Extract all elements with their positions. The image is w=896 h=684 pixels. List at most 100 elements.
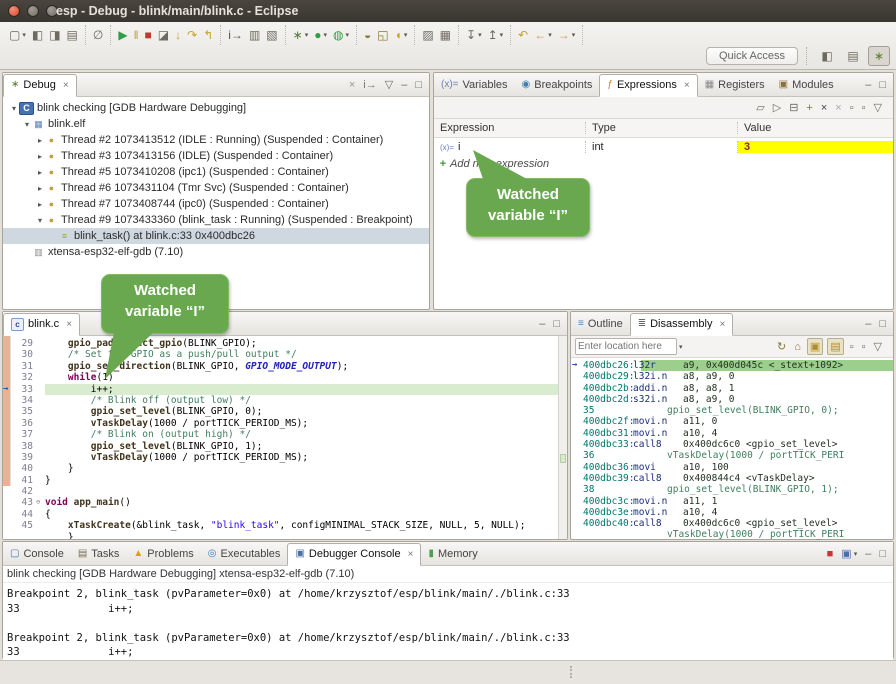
terminate-button[interactable]: ■: [143, 26, 154, 44]
sync-with-stack-button[interactable]: ▣: [807, 338, 823, 355]
collapse-twisty-icon[interactable]: ▾: [9, 104, 19, 113]
fold-marker-icon[interactable]: ⊖: [36, 497, 45, 508]
line-number[interactable]: 44: [11, 509, 36, 520]
disassembly-line[interactable]: 400dbc36:movia10, 100: [571, 462, 893, 473]
code-line[interactable]: 35 gpio_set_level(BLINK_GPIO, 0);: [11, 406, 558, 417]
debug-perspective-button[interactable]: ∗: [868, 46, 890, 66]
line-number[interactable]: 45: [11, 520, 36, 531]
new-wizard-button[interactable]: ▢▾: [7, 26, 28, 44]
code-line[interactable]: →33 i++;: [11, 384, 558, 395]
expand-twisty-icon[interactable]: ▸: [35, 200, 45, 209]
display-selected-console-button[interactable]: ▣▾: [839, 545, 859, 562]
suspend-button[interactable]: ‖: [132, 26, 141, 44]
code-line[interactable]: 44{: [11, 509, 558, 520]
tab-outline[interactable]: ≡Outline: [571, 313, 630, 335]
disassembly-line[interactable]: vTaskDelay(1000 / portTICK_PERI: [571, 529, 893, 540]
instruction-stepping-mode-button[interactable]: i→: [361, 76, 378, 93]
search-dropdown[interactable]: ▾: [404, 31, 408, 39]
code-line[interactable]: 29 gpio_pad_select_gpio(BLINK_GPIO);: [11, 338, 558, 349]
debug-dropdown[interactable]: ▾: [305, 31, 309, 39]
tab-tasks[interactable]: ▤Tasks: [71, 543, 127, 565]
tab-modules[interactable]: ▣Modules: [772, 74, 841, 96]
back-history-dropdown[interactable]: ▾: [548, 31, 552, 39]
show-debug-columns-button[interactable]: ▥: [247, 26, 262, 44]
close-icon[interactable]: ×: [408, 549, 414, 560]
disconnect-button[interactable]: ◪: [156, 26, 171, 44]
show-whitespace-dropdown[interactable]: ▾: [500, 31, 504, 39]
add-expression-button[interactable]: +: [804, 99, 814, 116]
line-number[interactable]: [11, 532, 36, 539]
code-line[interactable]: 41}: [11, 475, 558, 486]
minimize-button[interactable]: –: [537, 315, 547, 332]
run-dropdown[interactable]: ▾: [323, 31, 327, 39]
window-close-button[interactable]: [8, 5, 20, 17]
collapse-twisty-icon[interactable]: ▾: [35, 216, 45, 225]
expand-twisty-icon[interactable]: ▸: [35, 136, 45, 145]
code-line[interactable]: 37 /* Blink on (output high) */: [11, 429, 558, 440]
maximize-button[interactable]: □: [877, 315, 888, 332]
terminate-console-button[interactable]: ■: [825, 545, 836, 562]
open-perspective-button[interactable]: ◧: [816, 46, 838, 66]
open-new-view-button[interactable]: ▫: [860, 99, 868, 116]
debug-tree-item[interactable]: ▾●Thread #9 1073433360 (blink_task : Run…: [3, 212, 429, 228]
open-console-button[interactable]: ▦: [438, 26, 453, 44]
line-number[interactable]: 40: [11, 463, 36, 474]
minimize-button[interactable]: –: [399, 76, 409, 93]
maximize-button[interactable]: □: [413, 76, 424, 93]
tab-memory[interactable]: ▮Memory: [421, 543, 484, 565]
tab-executables[interactable]: ◎Executables: [201, 543, 288, 565]
home-button[interactable]: ⌂: [792, 338, 803, 355]
step-return-button[interactable]: ↰: [201, 26, 215, 44]
disassembly-line[interactable]: 400dbc29:l32i.na8, a9, 0: [571, 371, 893, 382]
disassembly-line[interactable]: 400dbc33:call80x400dc6c0 <gpio_set_level…: [571, 439, 893, 450]
code-line[interactable]: 36 vTaskDelay(1000 / portTICK_PERIOD_MS)…: [11, 418, 558, 429]
line-number[interactable]: 34: [11, 395, 36, 406]
external-tools-button[interactable]: ◍▾: [331, 26, 351, 44]
location-input[interactable]: [575, 338, 677, 355]
line-number[interactable]: 29: [11, 338, 36, 349]
column-header-expression[interactable]: Expression: [434, 122, 586, 134]
debug-tree-item[interactable]: ▾▦blink.elf: [3, 116, 429, 132]
line-number[interactable]: 30: [11, 349, 36, 360]
minimize-button[interactable]: –: [863, 545, 873, 562]
run-button[interactable]: ●▾: [312, 26, 329, 44]
code-line[interactable]: 45 xTaskCreate(&blink_task, "blink_task"…: [11, 520, 558, 531]
tab-blink-c[interactable]: cblink.c×: [3, 313, 80, 336]
code-line[interactable]: }: [11, 532, 558, 539]
maximize-button[interactable]: □: [877, 76, 888, 93]
debug-tree-item[interactable]: ▸●Thread #5 1073410208 (ipc1) (Suspended…: [3, 164, 429, 180]
column-header-value[interactable]: Value: [738, 122, 893, 134]
last-edit-location-button[interactable]: ↶: [516, 26, 530, 44]
line-number[interactable]: 36: [11, 418, 36, 429]
debug-tree-item[interactable]: ≡blink_task() at blink.c:33 0x400dbc26: [3, 228, 429, 244]
line-number[interactable]: 43: [11, 497, 36, 508]
show-whitespace-button[interactable]: ↥▾: [486, 26, 506, 44]
overview-ruler[interactable]: [558, 336, 567, 539]
expand-twisty-icon[interactable]: ▸: [35, 184, 45, 193]
step-over-button[interactable]: ↷: [185, 26, 199, 44]
new-wizard-dropdown[interactable]: ▾: [22, 31, 26, 39]
disassembly-line[interactable]: 400dbc39:call80x400844c4 <vTaskDelay>: [571, 473, 893, 484]
view-menu-button[interactable]: ▽: [872, 99, 884, 116]
close-icon[interactable]: ×: [719, 319, 725, 330]
debug-tree-item[interactable]: ▥xtensa-esp32-elf-gdb (7.10): [3, 244, 429, 260]
line-number[interactable]: 33: [11, 384, 36, 395]
tab-disassembly[interactable]: ≣Disassembly×: [630, 313, 734, 336]
print-button[interactable]: ▤: [65, 26, 80, 44]
back-history-button[interactable]: ←▾: [532, 26, 554, 44]
save-button[interactable]: ◧: [30, 26, 45, 44]
code-line[interactable]: 31 gpio_set_direction(BLINK_GPIO, GPIO_M…: [11, 361, 558, 372]
code-line[interactable]: 43⊖void app_main(): [11, 497, 558, 508]
search-button[interactable]: ◖▾: [393, 26, 410, 44]
quick-access-button[interactable]: Quick Access: [706, 47, 798, 65]
show-logical-structure-button[interactable]: ▷: [771, 99, 783, 116]
display-selected-console-dropdown[interactable]: ▾: [854, 550, 858, 558]
code-line[interactable]: 30 /* Set the GPIO as a push/pull output…: [11, 349, 558, 360]
pin-editor-dropdown[interactable]: ▾: [478, 31, 482, 39]
resume-button[interactable]: ▶: [116, 26, 129, 44]
forward-history-button[interactable]: →▾: [556, 26, 578, 44]
disassembly-line[interactable]: 400dbc31:movi.na10, 4: [571, 428, 893, 439]
disassembly-line[interactable]: 35gpio_set_level(BLINK_GPIO, 0);: [571, 405, 893, 416]
tab-problems[interactable]: ▲Problems: [126, 543, 200, 565]
tab-console[interactable]: ▢Console: [3, 543, 71, 565]
